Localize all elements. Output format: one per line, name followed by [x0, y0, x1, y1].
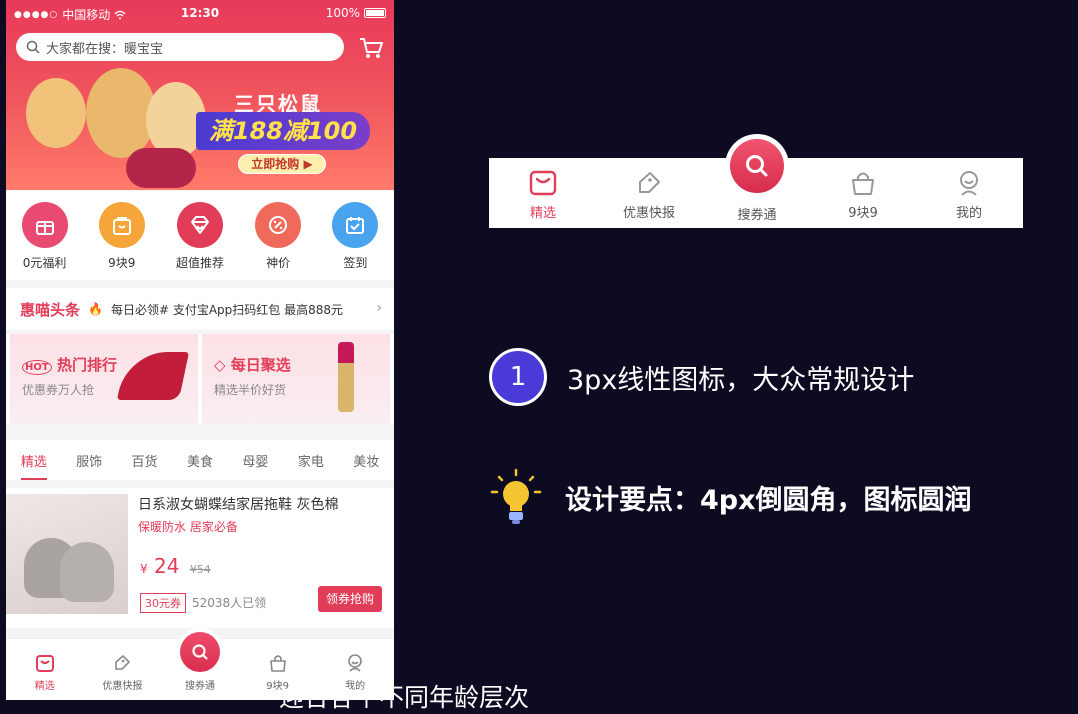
tabbar-deals: 优惠快报	[609, 170, 689, 221]
category-label: 签到	[343, 256, 368, 270]
tabbar-label: 搜券通	[737, 208, 777, 223]
discount-icon	[255, 202, 302, 248]
gift-icon	[21, 202, 68, 248]
promo-cards: HOT 热门排行 优惠券万人抢 ◇ 每日聚选 精选半价好货	[6, 334, 394, 424]
phone-screenshot: ●●●●○ 中国移动 12:30 100% 大家都在搜：暖宝宝 三只松鼠 满18	[6, 0, 394, 700]
category-label: 神价	[266, 256, 291, 270]
lightbulb-icon	[490, 468, 542, 524]
product-title: 日系淑女蝴蝶结家居拖鞋 灰色棉	[138, 497, 339, 513]
coupon-badge: 30元券	[140, 593, 186, 613]
category-row: 0元福利 9块9 超值推荐 神价 签到	[6, 190, 394, 280]
search-placeholder: 大家都在搜：暖宝宝	[46, 41, 164, 57]
video-subtitle: 迎合各个不同年龄层次	[278, 683, 529, 712]
point-text: 3px线性图标，大众常规设计	[567, 364, 915, 396]
design-point-1: 1 3px线性图标，大众常规设计	[489, 348, 914, 406]
news-headline[interactable]: 惠喵头条 🔥 每日必领# 支付宝App扫码红包 最高888元 ›	[6, 288, 394, 330]
tab-clothing[interactable]: 服饰	[76, 451, 102, 470]
point-text: 设计要点：4px倒圆角，图标圆润	[565, 484, 972, 516]
tabbar-featured: 精选	[503, 170, 583, 221]
handbag-icon	[852, 172, 874, 195]
tabbar-example: 精选 优惠快报 搜券通 9块9 我的	[489, 134, 1023, 228]
diamond-icon	[176, 202, 223, 248]
number-badge: 1	[489, 348, 547, 406]
category-tabs: 精选 服饰 百货 美食 母婴 家电 美妆	[6, 440, 394, 480]
old-price: ¥54	[189, 563, 211, 576]
tabbar-search	[725, 134, 789, 198]
product-tags: 保暖防水 居家必备	[138, 520, 238, 534]
promo-card-daily[interactable]: ◇ 每日聚选 精选半价好货	[202, 334, 390, 424]
shopping-bag-icon	[529, 170, 557, 196]
banner-promo-text: 满188减100	[196, 112, 370, 150]
category-signin[interactable]: 签到	[332, 202, 379, 280]
user-icon	[348, 654, 362, 672]
category-free[interactable]: 0元福利	[21, 202, 68, 280]
tag-icon	[639, 172, 660, 193]
promo-subtitle: 精选半价好货	[214, 383, 287, 397]
status-bar: ●●●●○ 中国移动 12:30 100%	[6, 0, 394, 26]
promo-title: 每日聚选	[230, 356, 291, 374]
banner-buy-label: 立即抢购	[251, 157, 300, 171]
chevron-right-icon: ›	[376, 300, 382, 316]
slipper-image	[6, 494, 128, 614]
tabbar-label: 优惠快报	[622, 206, 675, 221]
tab-food[interactable]: 美食	[187, 451, 213, 470]
user-icon	[960, 171, 978, 196]
search-input[interactable]: 大家都在搜：暖宝宝	[16, 33, 344, 61]
cart-icon[interactable]	[358, 36, 384, 60]
promo-banner[interactable]: 三只松鼠 满188减100 立即抢购 ▶	[6, 68, 394, 190]
category-recommend[interactable]: 超值推荐	[176, 202, 224, 280]
tag-icon	[115, 655, 131, 670]
phone-header: ●●●●○ 中国移动 12:30 100% 大家都在搜：暖宝宝 三只松鼠 满18	[6, 0, 394, 190]
tab-beauty[interactable]: 美妆	[353, 451, 379, 470]
calendar-check-icon	[332, 202, 379, 248]
category-label: 0元福利	[22, 256, 67, 270]
banner-buy-button[interactable]: 立即抢购 ▶	[238, 154, 326, 174]
handbag-icon	[269, 655, 286, 672]
tabbar-label: 9块9	[848, 206, 878, 221]
tabbar-nine: 9块9	[823, 170, 903, 221]
headline-title: 惠喵头条	[20, 300, 81, 319]
hot-icon: HOT	[22, 360, 52, 375]
search-icon	[26, 40, 40, 54]
tabbar-label: 精选	[529, 206, 556, 221]
tabbar-mine: 我的	[929, 170, 1009, 221]
design-point-2: 设计要点：4px倒圆角，图标圆润	[489, 468, 972, 526]
category-nine[interactable]: 9块9	[98, 202, 145, 280]
promo-card-hot[interactable]: HOT 热门排行 优惠券万人抢	[10, 334, 198, 424]
tab-appliance[interactable]: 家电	[298, 451, 324, 470]
category-deal[interactable]: 神价	[255, 202, 302, 280]
category-label: 9块9	[108, 256, 136, 270]
claim-coupon-button[interactable]: 领券抢购	[318, 586, 382, 612]
category-label: 超值推荐	[175, 256, 224, 270]
tag-icon: ◇	[214, 356, 226, 374]
tab-general[interactable]: 百货	[132, 451, 158, 470]
claimed-count: 52038人已领	[192, 596, 267, 610]
flame-icon: 🔥	[88, 302, 103, 316]
search-icon	[730, 139, 784, 193]
mascot-image	[26, 78, 86, 148]
product-price: ¥ 24 ¥54	[140, 554, 211, 578]
promo-title: 热门排行	[56, 356, 117, 374]
headline-text: 每日必领# 支付宝App扫码红包 最高888元	[110, 302, 344, 317]
shopping-bag-icon	[35, 655, 54, 672]
price-value: 24	[154, 554, 180, 578]
tab-baby[interactable]: 母婴	[242, 451, 268, 470]
fruit-image	[126, 148, 196, 188]
tab-featured[interactable]: 精选	[20, 451, 47, 480]
battery-label: 100%	[325, 6, 360, 20]
battery-icon	[364, 8, 386, 18]
tabbar-label: 我的	[955, 206, 982, 221]
search-icon	[179, 632, 220, 672]
lipstick-image	[338, 342, 354, 412]
product-card[interactable]: 日系淑女蝴蝶结家居拖鞋 灰色棉 保暖防水 居家必备 ¥ 24 ¥54 30元券 …	[6, 488, 394, 628]
bag-icon	[98, 202, 145, 248]
